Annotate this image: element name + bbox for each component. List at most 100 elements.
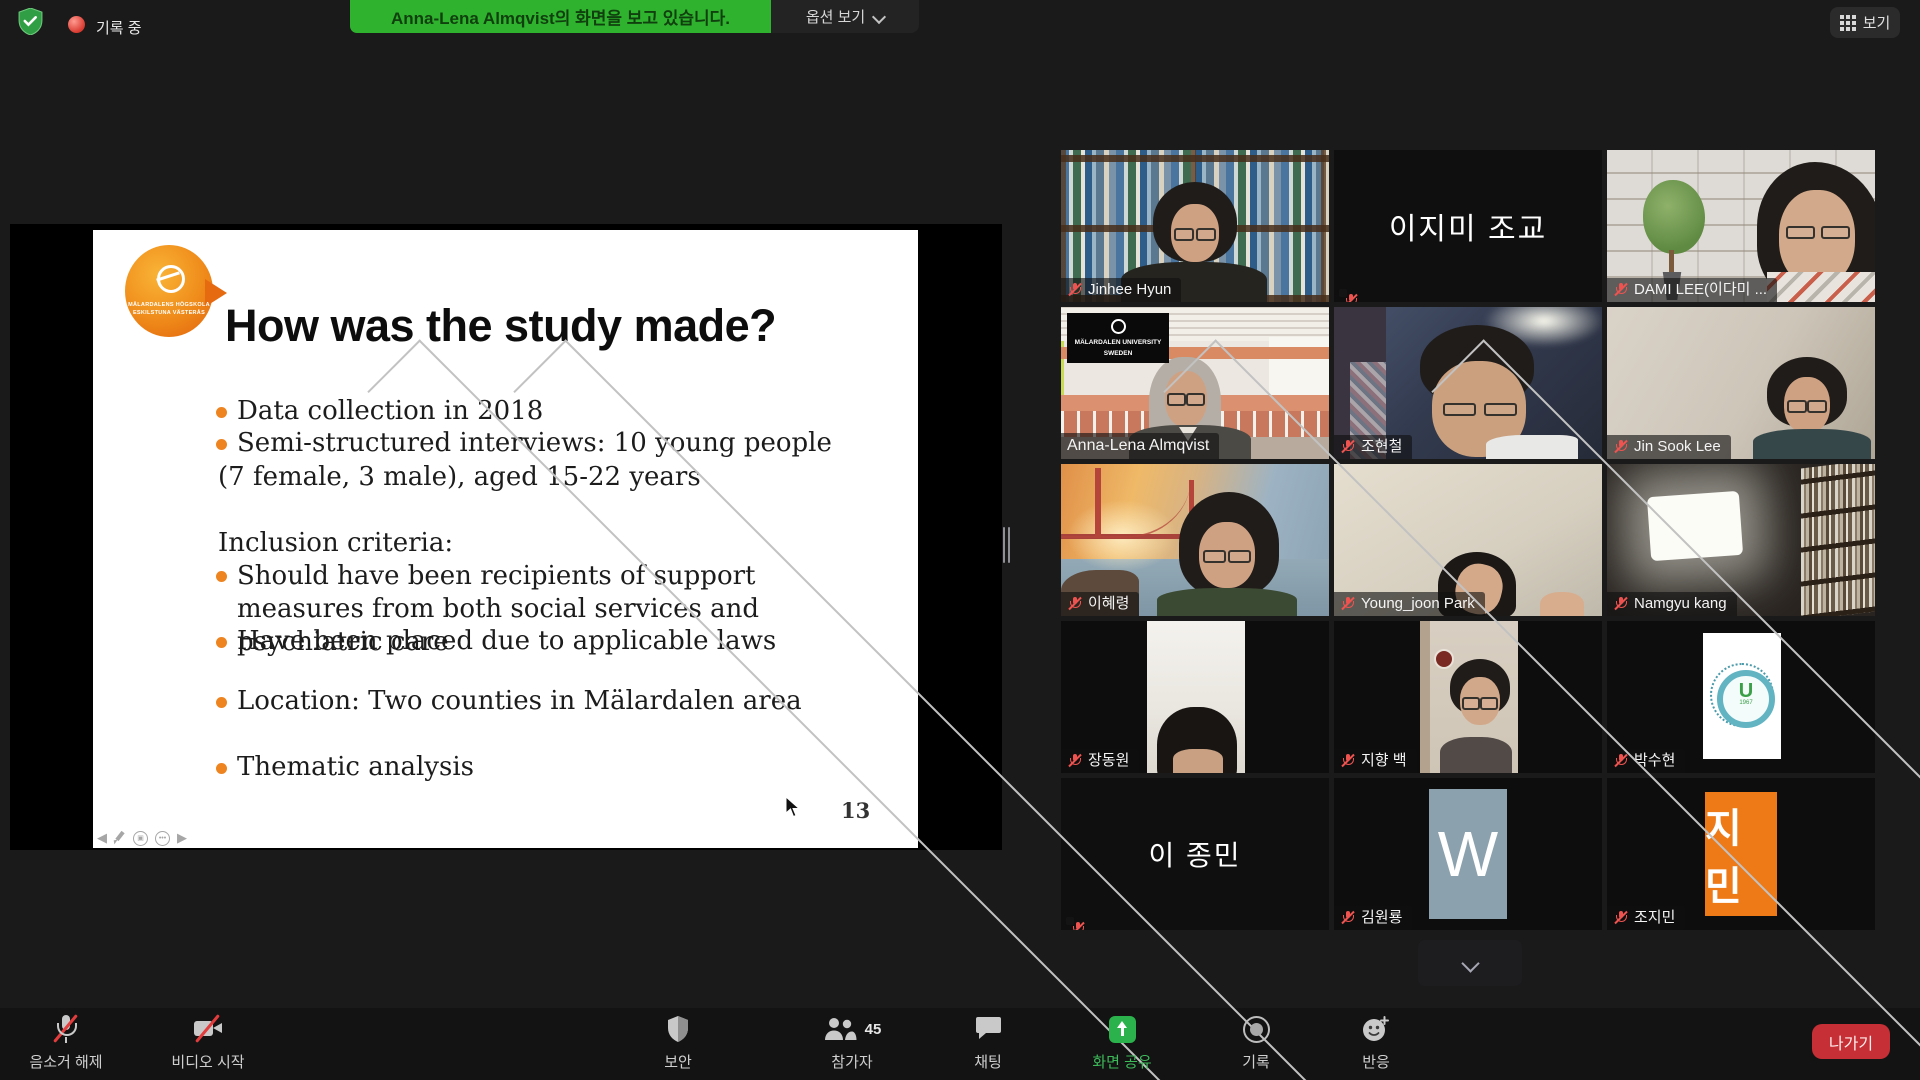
slide-line: Inclusion criteria:: [212, 528, 453, 558]
avatar: W: [1429, 789, 1507, 919]
participant-nametag: Jin Sook Lee: [1607, 435, 1731, 460]
video-scene-shape: [1203, 550, 1251, 561]
participant-tile[interactable]: 장동원: [1061, 621, 1329, 773]
bullet-dot-icon: [216, 697, 227, 708]
bullet-dot-icon: [216, 637, 227, 648]
reactions-button[interactable]: 반응: [1306, 1014, 1446, 1072]
record-label: 기록: [1242, 1051, 1270, 1072]
video-scene-shape: [1643, 180, 1705, 254]
record-button[interactable]: 기록: [1186, 1014, 1326, 1072]
bullet-dot-icon: [216, 571, 227, 582]
participant-tile[interactable]: DAMI LEE(이다미 ...: [1607, 150, 1875, 302]
viewing-screen-banner: Anna-Lena Almqvist의 화면을 보고 있습니다.: [350, 0, 771, 33]
reactions-smiley-icon: [1362, 1015, 1390, 1043]
slide-bullet: Thematic analysis: [212, 752, 474, 782]
video-scene-shape: [1174, 228, 1216, 239]
presenter-nav-controls: ◀ ▣ ••• ▶: [97, 830, 187, 846]
video-scene-shape: [1787, 400, 1827, 411]
participant-nametag: 조지민: [1607, 906, 1685, 931]
logo-emblem-icon: [157, 265, 185, 293]
encryption-shield-icon: [18, 8, 43, 35]
participant-tile[interactable]: 이지미 조교: [1334, 150, 1602, 302]
video-off-icon: [192, 1014, 224, 1044]
slide-title: How was the study made?: [225, 300, 776, 352]
video-scene-shape: [1157, 588, 1297, 616]
overlay-logo-icon: [1111, 319, 1126, 334]
view-button[interactable]: 보기: [1830, 7, 1900, 38]
video-scene-shape: [1767, 272, 1875, 302]
video-scene-shape: [1440, 737, 1512, 773]
participant-nametag: DAMI LEE(이다미 ...: [1607, 278, 1777, 303]
logo-text: MÄLARDALENS HÖGSKOLA ESKILSTUNA VÄSTERÅS: [127, 301, 211, 318]
participant-nametag: 장동원: [1061, 749, 1139, 774]
prev-slide-icon: ◀: [97, 830, 107, 846]
share-screen-icon: [1109, 1016, 1136, 1043]
participant-gallery: Jinhee Hyun 이지미 조교 DAMI LEE(이다미 ...: [1061, 150, 1875, 930]
participants-count: 45: [865, 1021, 882, 1038]
participant-tile[interactable]: Jin Sook Lee: [1607, 307, 1875, 459]
participant-tile[interactable]: Jinhee Hyun: [1061, 150, 1329, 302]
recording-label: 기록 중: [96, 17, 142, 38]
video-label: 비디오 시작: [171, 1051, 244, 1072]
security-button[interactable]: 보안: [608, 1014, 748, 1072]
participant-nametag: 지향 백: [1334, 749, 1417, 774]
leave-label: 나가기: [1829, 1030, 1873, 1054]
recording-indicator-icon: [68, 16, 85, 33]
participant-nametag: [1339, 289, 1347, 297]
gallery-collapse-button[interactable]: [1418, 940, 1522, 986]
shared-screen-area: MÄLARDALENS HÖGSKOLA ESKILSTUNA VÄSTERÅS…: [10, 224, 1002, 850]
bullet-dot-icon: [216, 763, 227, 774]
muted-mic-icon: [1067, 596, 1082, 612]
video-scene-shape: [1801, 464, 1875, 616]
record-icon: [1243, 1016, 1270, 1043]
reactions-label: 반응: [1362, 1051, 1390, 1072]
chat-button[interactable]: 채팅: [918, 1014, 1058, 1072]
participants-icon: [823, 1016, 857, 1042]
participants-button[interactable]: 45 참가자: [782, 1014, 922, 1072]
muted-mic-icon: [1340, 910, 1355, 926]
muted-mic-icon: [54, 1014, 78, 1044]
view-options-button[interactable]: 옵션 보기: [771, 0, 919, 33]
video-scene-shape: [1753, 429, 1871, 459]
muted-mic-icon: [1613, 282, 1628, 298]
participant-nametag: Anna-Lena Almqvist: [1061, 433, 1219, 459]
gallery-grid-icon: [1840, 15, 1856, 31]
chevron-down-icon: [1461, 954, 1479, 972]
chat-icon: [975, 1016, 1002, 1042]
zoom-meeting-window: 기록 중 Anna-Lena Almqvist의 화면을 보고 있습니다. 옵션…: [0, 0, 1920, 1080]
bullet-dot-icon: [216, 407, 227, 418]
muted-mic-icon: [1613, 596, 1628, 612]
chat-label: 채팅: [974, 1051, 1002, 1072]
muted-mic-icon: [1340, 596, 1355, 612]
pen-tool-icon: [114, 831, 126, 845]
muted-mic-icon: [1340, 753, 1355, 769]
next-slide-icon: ▶: [177, 830, 187, 846]
start-video-button[interactable]: 비디오 시작: [138, 1014, 278, 1072]
participant-nametag: 조현철: [1334, 435, 1412, 460]
leave-meeting-button[interactable]: 나가기: [1812, 1024, 1890, 1059]
participant-tile[interactable]: W 김원룡: [1334, 778, 1602, 930]
more-options-icon: •••: [155, 831, 170, 846]
participant-nametag: Jinhee Hyun: [1061, 278, 1181, 303]
participant-nametag: 김원룡: [1334, 906, 1412, 931]
participant-nametag: 이혜령: [1061, 592, 1139, 617]
bullet-dot-icon: [216, 439, 227, 450]
security-shield-icon: [666, 1015, 690, 1043]
chevron-down-icon: [872, 9, 886, 23]
muted-mic-icon: [1340, 439, 1355, 455]
participant-display-name: 이지미 조교: [1334, 150, 1602, 302]
university-logo: MÄLARDALENS HÖGSKOLA ESKILSTUNA VÄSTERÅS: [125, 245, 235, 353]
video-scene-shape: [1540, 592, 1584, 616]
mute-label: 음소거 해제: [29, 1051, 102, 1072]
muted-mic-icon: [1613, 910, 1628, 926]
camera-overlay-logo: MÄLARDALEN UNIVERSITY SWEDEN: [1067, 313, 1169, 363]
muted-mic-icon: [1067, 282, 1082, 298]
muted-mic-icon: [1613, 439, 1628, 455]
view-options-label: 옵션 보기: [806, 6, 865, 27]
security-label: 보안: [664, 1051, 692, 1072]
share-screen-button[interactable]: 화면 공유: [1052, 1014, 1192, 1072]
panel-resize-handle[interactable]: [1003, 527, 1011, 563]
mute-button[interactable]: 음소거 해제: [0, 1014, 136, 1072]
slideshow-icon: ▣: [133, 831, 148, 846]
participants-label: 참가자: [831, 1051, 872, 1072]
